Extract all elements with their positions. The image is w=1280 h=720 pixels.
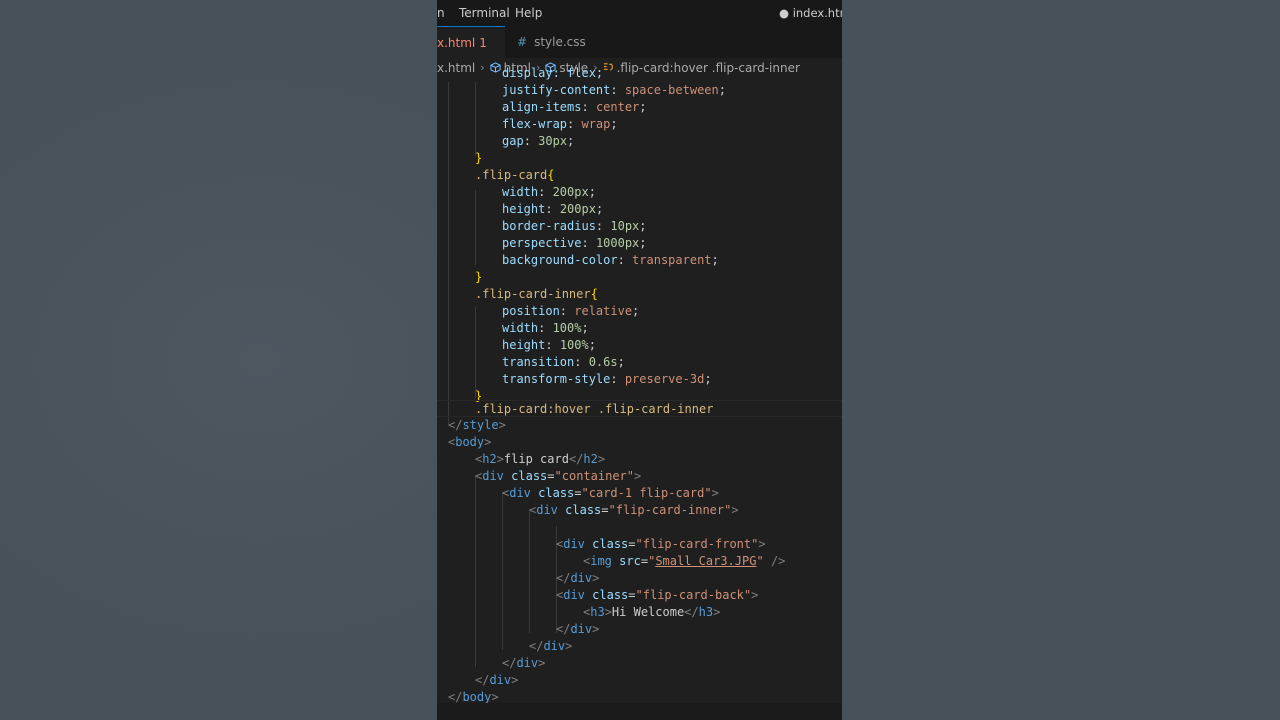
code-line: .flip-card-inner{ xyxy=(475,287,598,301)
code-line: <div class="flip-card-inner"> xyxy=(529,503,739,517)
code-line: </div> xyxy=(556,571,600,585)
code-line: .flip-card{ xyxy=(475,168,555,182)
code-line: transition: 0.6s; xyxy=(502,355,625,369)
tab-label: x.html xyxy=(437,35,476,50)
code-line: <h2>flip card</h2> xyxy=(475,452,606,466)
tab-style-css[interactable]: # style.css xyxy=(505,26,586,58)
code-line: justify-content: space-between; xyxy=(502,83,726,97)
menu-item-help[interactable]: Help xyxy=(515,6,542,20)
code-line: </style> xyxy=(448,418,506,432)
image-path-link[interactable]: Small Car3.JPG xyxy=(655,554,756,568)
code-line: </div> xyxy=(502,656,546,670)
menu-item-terminal[interactable]: Terminal xyxy=(459,6,510,20)
code-editor-window: n Terminal Help ● index.html - x.html 1 … xyxy=(437,0,842,720)
editor-bottom-edge xyxy=(437,703,842,720)
code-line: width: 100%; xyxy=(502,321,589,335)
code-line: <div class="flip-card-front"> xyxy=(556,537,766,551)
code-line: <img src="Small Car3.JPG" /> xyxy=(583,554,786,568)
css-file-icon: # xyxy=(517,35,528,49)
code-line: <body> xyxy=(448,435,492,449)
code-line: } xyxy=(475,151,483,165)
code-line: position: relative; xyxy=(502,304,640,318)
code-line: align-items: center; xyxy=(502,100,647,114)
code-line: background-color: transparent; xyxy=(502,253,719,267)
code-line: perspective: 1000px; xyxy=(502,236,647,250)
code-line: <div class="flip-card-back"> xyxy=(556,588,759,602)
window-title: ● index.html - xyxy=(779,6,842,20)
code-line: } xyxy=(475,270,483,284)
code-line: transform-style: preserve-3d; xyxy=(502,372,712,386)
code-line: <div class="container"> xyxy=(475,469,642,483)
code-line: gap: 30px; xyxy=(502,134,575,148)
code-line: </div> xyxy=(475,673,519,687)
problem-count: 1 xyxy=(479,35,487,50)
code-line: height: 200px; xyxy=(502,202,604,216)
code-line: width: 200px; xyxy=(502,185,596,199)
code-line: border-radius: 10px; xyxy=(502,219,647,233)
menu-item-partial[interactable]: n xyxy=(437,6,445,20)
tab-label: style.css xyxy=(534,35,586,49)
code-line: display: flex; xyxy=(502,66,604,80)
menu-bar: n Terminal Help ● index.html - xyxy=(437,0,842,26)
code-line: <div class="card-1 flip-card"> xyxy=(502,486,719,500)
tab-bar: x.html 1 # style.css xyxy=(437,26,842,59)
code-line: </div> xyxy=(529,639,573,653)
current-code-line[interactable]: .flip-card:hover .flip-card-inner xyxy=(437,400,842,417)
code-line: height: 100%; xyxy=(502,338,596,352)
code-line: <h3>Hi Welcome</h3> xyxy=(583,605,721,619)
code-line: flex-wrap: wrap; xyxy=(502,117,618,131)
tab-index-html[interactable]: x.html 1 xyxy=(437,26,505,58)
code-line: </div> xyxy=(556,622,600,636)
